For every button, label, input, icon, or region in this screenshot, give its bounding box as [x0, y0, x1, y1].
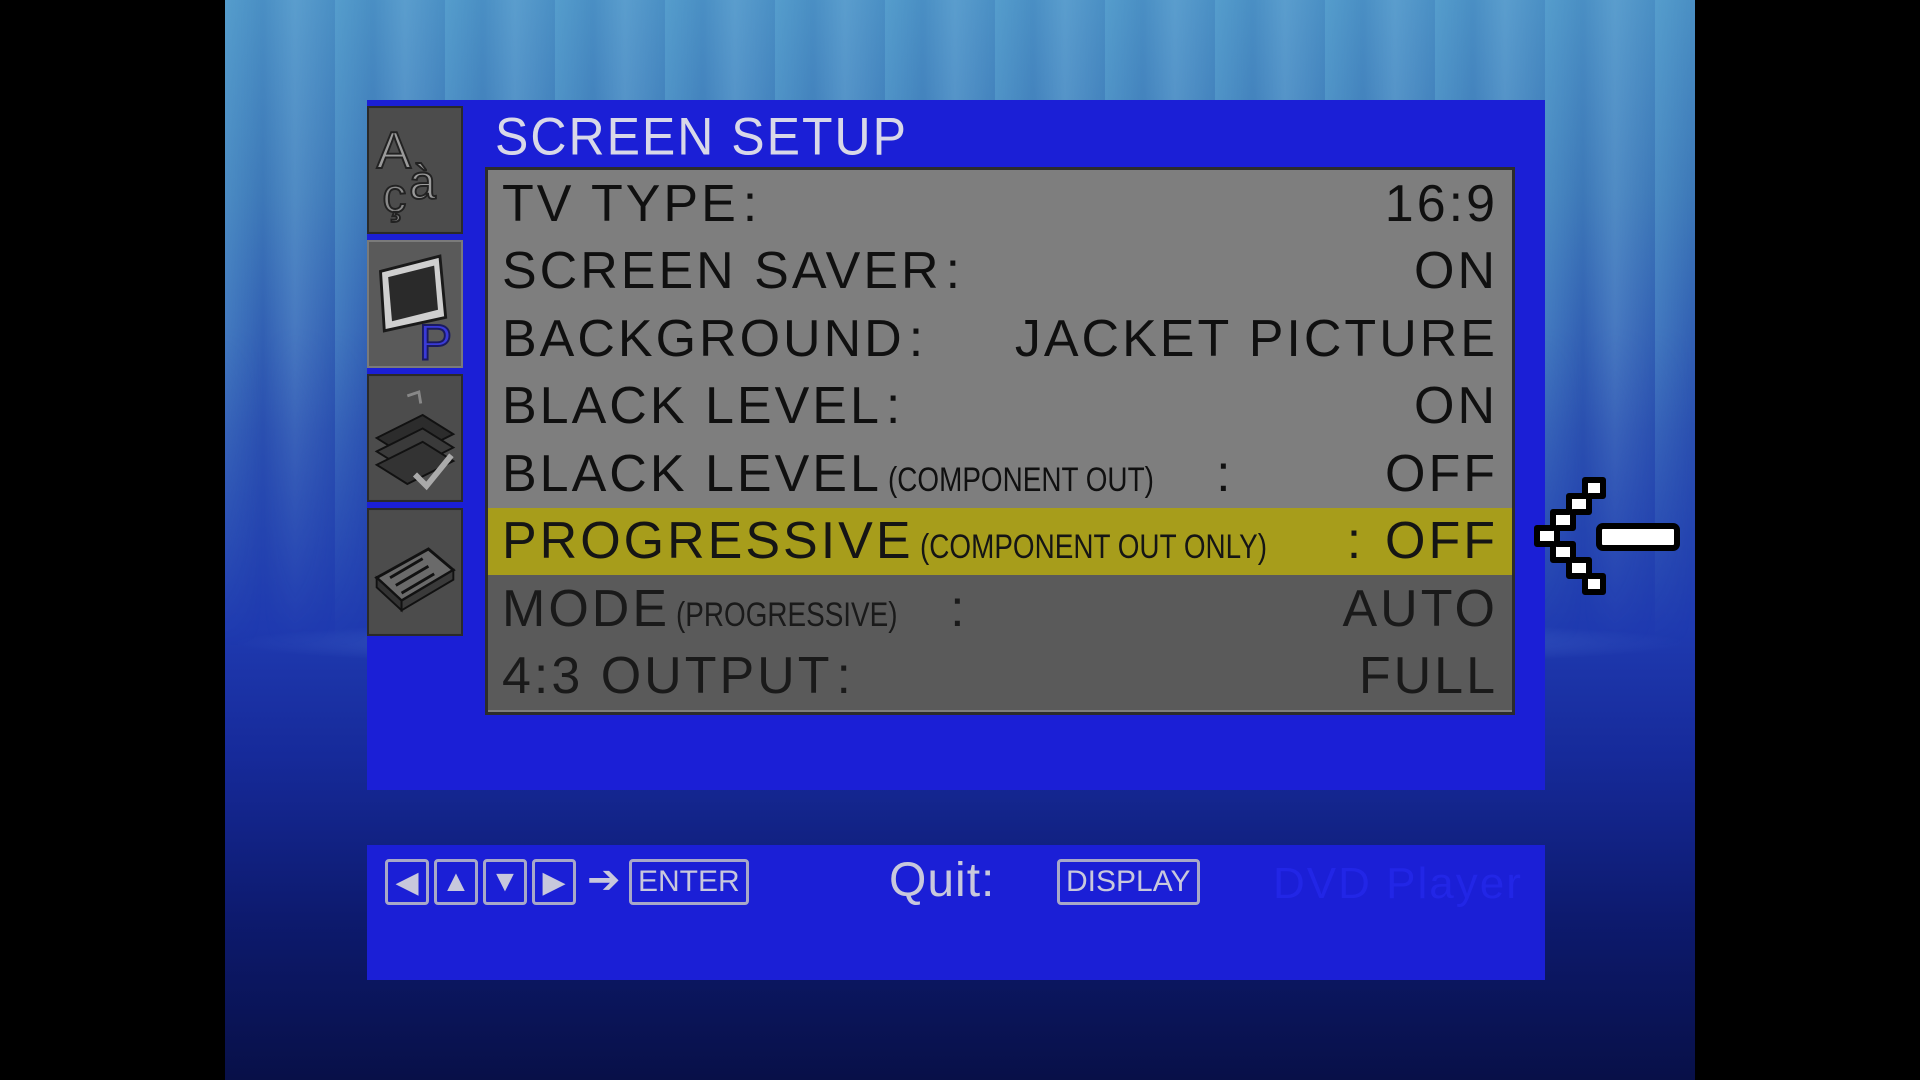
- setting-label: TV TYPE:: [502, 174, 760, 234]
- setting-label-qualifier: (COMPONENT OUT): [887, 460, 1154, 499]
- setting-label-colon: :: [1216, 444, 1234, 503]
- settings-list: TV TYPE: 16:9 SCREEN SAVER: ON BACKGROUND: JA…: [485, 167, 1515, 715]
- setting-label-text: BLACK LEVEL: [502, 377, 882, 436]
- brand-watermark: DVD Player: [1273, 859, 1523, 908]
- setting-label-text: BACKGROUND: [502, 309, 905, 368]
- navigation-help-bar: ◀ ▲ ▼ ▶ ➔ ENTER Quit: DISPLAY DVD Player: [367, 845, 1545, 980]
- selection-pointer-icon: [1534, 477, 1680, 595]
- setting-label: MODE (PROGRESSIVE):: [502, 579, 968, 639]
- setting-value: OFF: [1385, 444, 1498, 503]
- setting-label-text: BLACK LEVEL: [502, 444, 882, 503]
- svg-text:à: à: [409, 157, 436, 210]
- screen-setup-icon[interactable]: P: [367, 240, 463, 368]
- setting-row[interactable]: BLACK LEVEL (COMPONENT OUT): OFF: [488, 440, 1512, 508]
- setting-row[interactable]: TV TYPE: 16:9: [488, 170, 1512, 238]
- setting-value: FULL: [1358, 647, 1498, 706]
- setting-label-colon: :: [908, 309, 927, 368]
- setting-label-colon: :: [1346, 512, 1365, 571]
- right-arrow-key-icon: ▶: [532, 859, 576, 905]
- setting-label: 4:3 OUTPUT:: [502, 646, 854, 706]
- svg-text:ç: ç: [382, 170, 406, 223]
- setting-label-text: 4:3 OUTPUT: [502, 647, 833, 706]
- setting-row[interactable]: PROGRESSIVE (COMPONENT OUT ONLY): OFF: [488, 507, 1512, 575]
- setting-value: JACKET PICTURE: [1014, 309, 1498, 368]
- language-icon[interactable]: A à ç: [367, 106, 463, 234]
- up-arrow-key-icon: ▲: [434, 859, 478, 905]
- setting-value: OFF: [1385, 512, 1498, 571]
- setting-label-colon: :: [885, 377, 904, 436]
- setting-label: BACKGROUND:: [502, 309, 926, 369]
- display-key-label: DISPLAY: [1057, 859, 1200, 905]
- setting-value: 16:9: [1384, 174, 1498, 233]
- setting-label-colon: :: [945, 242, 964, 301]
- setting-label: BLACK LEVEL (COMPONENT OUT):: [502, 444, 1234, 504]
- setting-row[interactable]: BACKGROUND: JACKET PICTURE: [488, 305, 1512, 373]
- left-arrow-key-icon: ◀: [385, 859, 429, 905]
- setup-menu-panel: A à ç P SCREEN SETUP TV TYPE: 16:9 SCRE…: [367, 100, 1545, 790]
- setting-value: ON: [1414, 242, 1498, 301]
- setting-row[interactable]: MODE (PROGRESSIVE): AUTO: [488, 575, 1512, 643]
- then-arrow-icon: ➔: [587, 857, 621, 903]
- setting-row[interactable]: 4:3 OUTPUT: FULL: [488, 642, 1512, 710]
- setting-label-text: SCREEN SAVER: [502, 242, 942, 301]
- quit-label: Quit:: [889, 854, 996, 907]
- setting-row[interactable]: SCREEN SAVER: ON: [488, 238, 1512, 306]
- setting-label-colon: :: [742, 174, 761, 233]
- setting-value: AUTO: [1342, 579, 1498, 638]
- down-arrow-key-icon: ▼: [483, 859, 527, 905]
- setting-label-qualifier: (PROGRESSIVE): [676, 595, 898, 634]
- audio-setup-icon[interactable]: [367, 508, 463, 636]
- custom-setup-icon[interactable]: [367, 374, 463, 502]
- enter-key-label: ENTER: [629, 859, 749, 905]
- setting-label: PROGRESSIVE (COMPONENT OUT ONLY):: [502, 511, 1364, 571]
- setting-label: SCREEN SAVER:: [502, 241, 963, 301]
- setting-value: ON: [1414, 377, 1498, 436]
- setting-row[interactable]: BLACK LEVEL: ON: [488, 373, 1512, 441]
- setting-label-text: MODE: [502, 579, 670, 638]
- setting-label-colon: :: [836, 647, 854, 706]
- setting-label-colon: :: [950, 579, 968, 638]
- tv-screen: A à ç P SCREEN SETUP TV TYPE: 16:9 SCRE…: [225, 0, 1695, 1080]
- setting-label-qualifier: (COMPONENT OUT ONLY): [919, 528, 1267, 567]
- page-title: SCREEN SETUP: [495, 107, 908, 166]
- setting-label-text: PROGRESSIVE: [502, 512, 914, 571]
- setting-label-text: TV TYPE: [502, 174, 739, 233]
- setting-label: BLACK LEVEL:: [502, 376, 903, 436]
- svg-text:P: P: [419, 315, 452, 366]
